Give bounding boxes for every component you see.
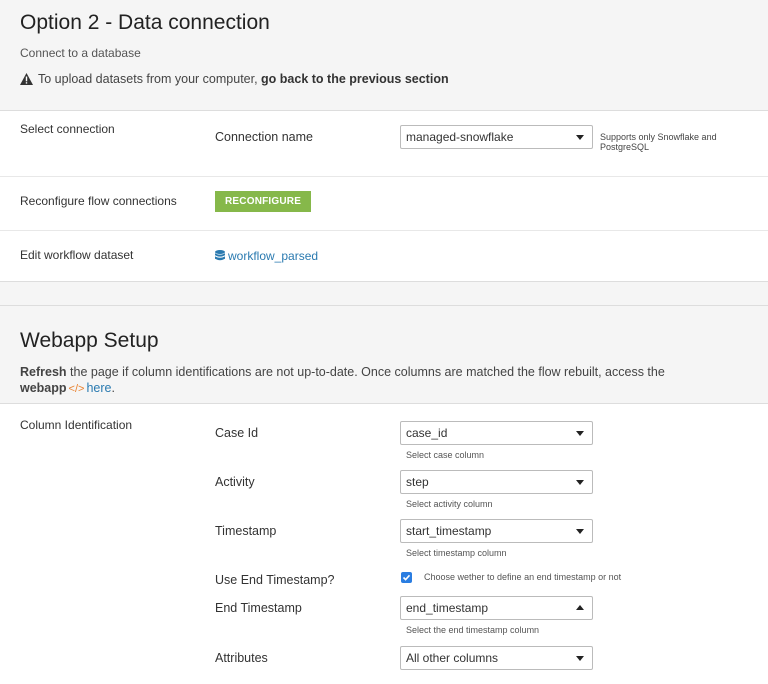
- end-timestamp-value: end_timestamp: [406, 601, 489, 615]
- select-connection-label: Select connection: [20, 122, 115, 136]
- use-end-timestamp-label: Use End Timestamp?: [215, 573, 335, 587]
- here-link[interactable]: here: [86, 381, 111, 395]
- webapp-bold: webapp: [20, 381, 67, 395]
- chevron-down-icon: [576, 529, 584, 534]
- timestamp-label: Timestamp: [215, 524, 277, 538]
- webapp-title: Webapp Setup: [20, 329, 159, 352]
- activity-select[interactable]: step: [400, 470, 593, 494]
- attributes-select[interactable]: All other columns: [400, 646, 593, 670]
- case-id-hint: Select case column: [406, 450, 485, 460]
- chevron-up-icon: [576, 605, 584, 610]
- timestamp-value: start_timestamp: [406, 524, 492, 538]
- attributes-value: All other columns: [406, 651, 499, 665]
- connection-name-label: Connection name: [215, 130, 313, 144]
- column-identification-card: Column Identification Case Id case_id Se…: [0, 403, 768, 684]
- case-id-select[interactable]: case_id: [400, 421, 593, 445]
- connection-card: Select connection Connection name manage…: [0, 110, 768, 282]
- edit-dataset-row: Edit workflow dataset workflow_parsed: [0, 231, 768, 281]
- dataset-link-text: workflow_parsed: [228, 249, 319, 263]
- option2-header: Option 2 - Data connection Connect to a …: [0, 0, 768, 110]
- code-icon: </>: [68, 383, 85, 395]
- select-connection-row: Select connection Connection name manage…: [0, 111, 768, 177]
- period: .: [111, 381, 115, 395]
- column-identification-label: Column Identification: [20, 418, 133, 432]
- refresh-bold: Refresh: [20, 365, 67, 379]
- webapp-instructions: Refresh the page if column identificatio…: [20, 364, 748, 397]
- back-link[interactable]: go back to the previous section: [261, 71, 449, 87]
- connection-hint: Supports only Snowflake and PostgreSQL: [600, 132, 717, 152]
- activity-label: Activity: [215, 475, 255, 489]
- end-timestamp-label: End Timestamp: [215, 601, 302, 615]
- chevron-down-icon: [576, 431, 584, 436]
- use-end-timestamp-checkbox[interactable]: [401, 572, 412, 583]
- checkmark-icon: [402, 574, 411, 581]
- chevron-down-icon: [576, 480, 584, 485]
- timestamp-select[interactable]: start_timestamp: [400, 519, 593, 543]
- upload-warning: To upload datasets from your computer, g…: [20, 71, 748, 87]
- webapp-header: Webapp Setup Refresh the page if column …: [0, 305, 768, 403]
- dataset-link[interactable]: workflow_parsed: [215, 247, 318, 265]
- activity-hint: Select activity column: [406, 499, 493, 509]
- chevron-down-icon: [576, 656, 584, 661]
- warning-text: To upload datasets from your computer,: [38, 72, 258, 86]
- database-icon: [215, 250, 225, 261]
- option2-subtitle: Connect to a database: [20, 46, 141, 60]
- reconfigure-button[interactable]: RECONFIGURE: [215, 191, 312, 212]
- activity-value: step: [406, 475, 429, 489]
- reconfigure-row: Reconfigure flow connections RECONFIGURE: [0, 177, 768, 231]
- case-id-label: Case Id: [215, 426, 259, 440]
- option2-title: Option 2 - Data connection: [20, 11, 270, 34]
- connection-name-select[interactable]: managed-snowflake: [400, 125, 593, 149]
- reconfigure-label: Reconfigure flow connections: [20, 194, 177, 208]
- end-timestamp-hint: Select the end timestamp column: [406, 625, 540, 635]
- use-end-timestamp-hint: Choose wether to define an end timestamp…: [424, 572, 622, 582]
- chevron-down-icon: [576, 135, 584, 140]
- timestamp-hint: Select timestamp column: [406, 548, 507, 558]
- refresh-text: the page if column identifications are n…: [70, 365, 665, 379]
- end-timestamp-select[interactable]: end_timestamp: [400, 596, 593, 620]
- case-id-value: case_id: [406, 426, 448, 440]
- edit-dataset-label: Edit workflow dataset: [20, 248, 134, 262]
- attributes-label: Attributes: [215, 651, 268, 665]
- section-gap: [0, 282, 768, 305]
- connection-name-value: managed-snowflake: [406, 130, 514, 144]
- warning-icon: [20, 73, 33, 85]
